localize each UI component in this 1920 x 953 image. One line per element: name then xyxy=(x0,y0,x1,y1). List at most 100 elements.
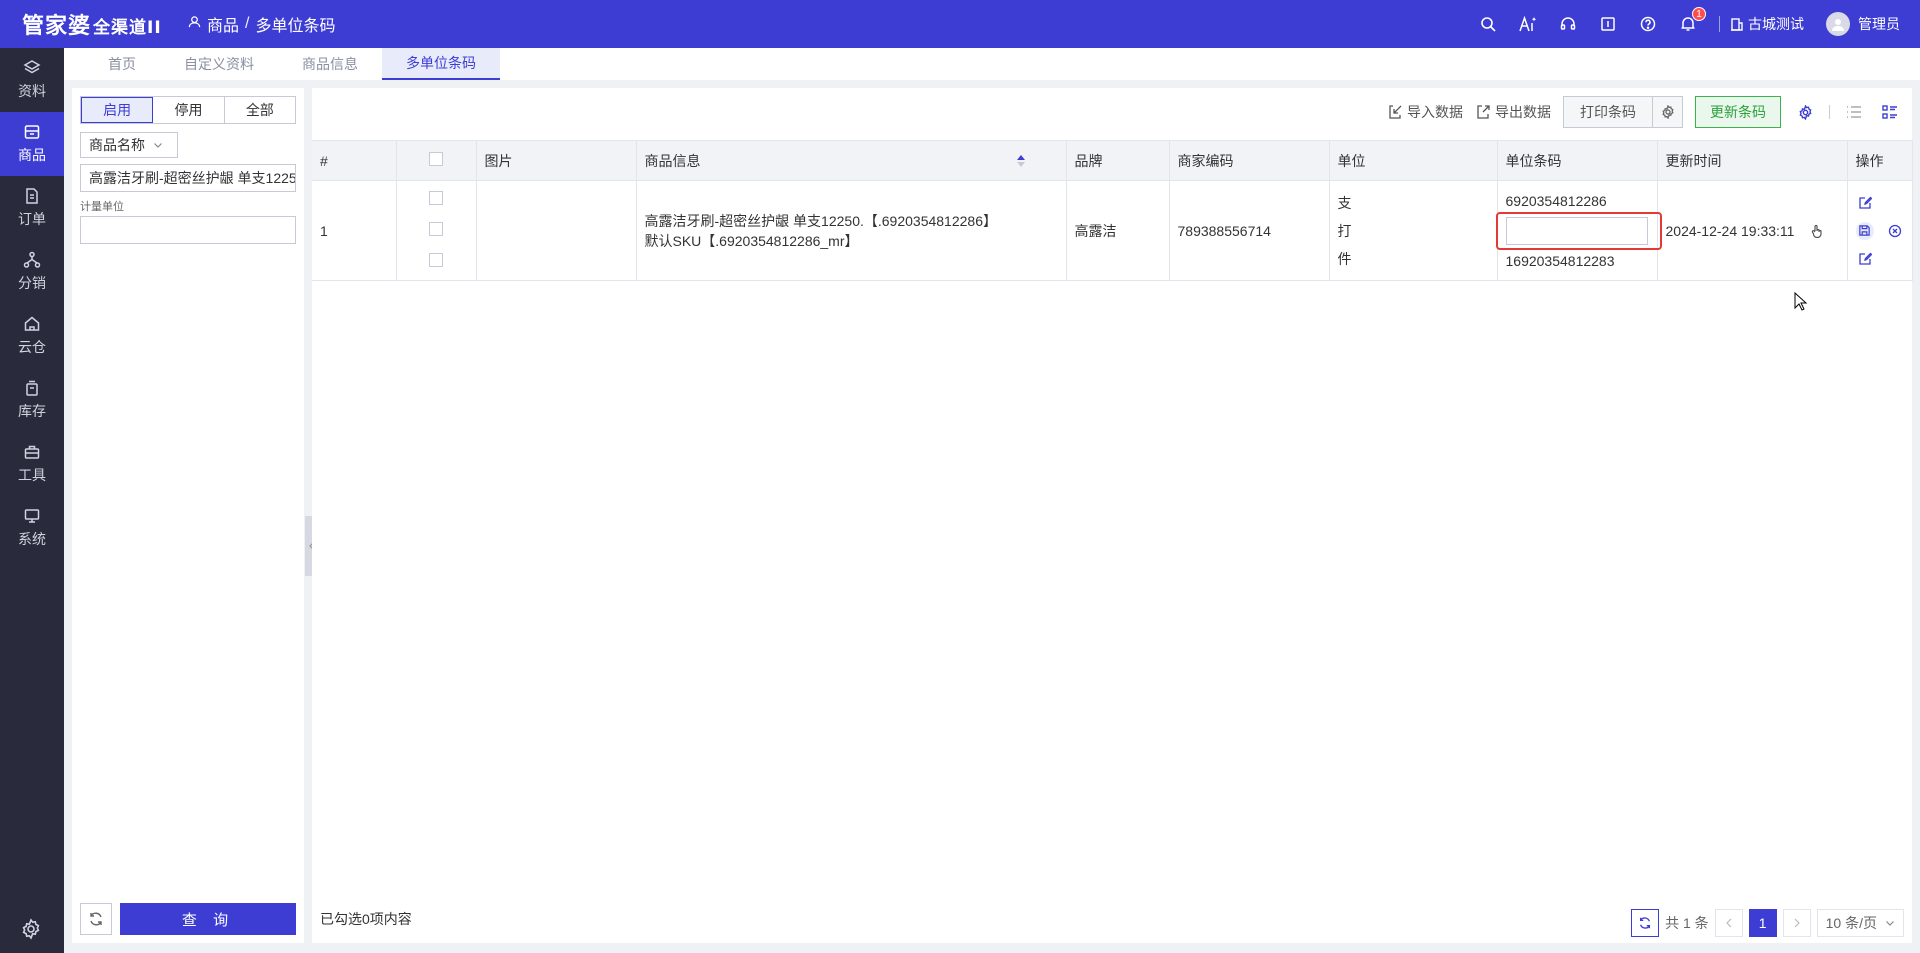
column-header-actions: 操作 xyxy=(1847,140,1913,181)
sidebar-item-system[interactable]: 系统 xyxy=(0,496,64,560)
filter-panel: 启用 停用 全部 商品名称 高露洁牙刷-超密丝护龈 单支12250. 计量单位 … xyxy=(72,88,304,943)
sidebar-item-distribution[interactable]: 分销 xyxy=(0,240,64,304)
status-all-button[interactable]: 全部 xyxy=(225,97,295,123)
refresh-icon xyxy=(90,912,102,926)
reset-button[interactable] xyxy=(80,903,112,935)
unit-row-checkbox[interactable] xyxy=(429,191,443,205)
export-icon xyxy=(1477,105,1490,119)
sidebar: 资料 商品 订单 分销 云仓 库存 工具 系统 xyxy=(0,48,64,953)
org-name: 古城测试 xyxy=(1748,16,1804,32)
column-header-select xyxy=(396,140,477,181)
column-header-product-info[interactable]: 商品信息 xyxy=(636,140,1067,181)
updated-time-cell: 2024-12-24 19:33:11 xyxy=(1657,180,1848,281)
sort-icon[interactable] xyxy=(1016,154,1026,168)
unit-row-checkbox[interactable] xyxy=(429,222,443,236)
search-input[interactable]: 高露洁牙刷-超密丝护龈 单支12250. xyxy=(80,164,296,192)
unit-barcode-cell: 6920354812286 16920354812283 xyxy=(1495,180,1662,281)
updated-time: 2024-12-24 19:33:11 xyxy=(1665,222,1795,239)
unit-barcode-value: 16920354812283 xyxy=(1505,252,1615,269)
actions-cell xyxy=(1847,180,1913,281)
bell-icon[interactable]: 1 xyxy=(1679,7,1706,33)
refresh-list-button[interactable] xyxy=(1631,909,1660,937)
page-number-current[interactable]: 1 xyxy=(1748,909,1777,937)
sidebar-item-cloud-warehouse[interactable]: 云仓 xyxy=(0,304,64,368)
main-panel: 导入数据 导出数据 打印条码 更新条码 # 图片 商品信息 品牌 商家编码 单位… xyxy=(312,88,1913,943)
unit-input[interactable] xyxy=(80,216,296,244)
select-all-checkbox[interactable] xyxy=(429,152,443,166)
column-settings-gear-icon[interactable] xyxy=(1793,100,1817,124)
edit-icon[interactable] xyxy=(1856,250,1874,268)
notification-badge: 1 xyxy=(1692,7,1706,21)
tab-home[interactable]: 首页 xyxy=(84,48,160,80)
prev-page-button[interactable] xyxy=(1714,909,1743,937)
headset-icon[interactable] xyxy=(1559,15,1577,33)
book-icon[interactable] xyxy=(1599,15,1617,33)
next-page-button[interactable] xyxy=(1782,909,1811,937)
monitor-icon xyxy=(24,509,40,523)
column-header-merchant-code: 商家编码 xyxy=(1169,140,1330,181)
barcode-edit-highlight xyxy=(1495,211,1662,250)
import-icon xyxy=(1389,105,1402,119)
column-header-index: # xyxy=(312,140,397,181)
page-size-select[interactable]: 10 条/页 xyxy=(1816,909,1904,937)
save-icon[interactable] xyxy=(1855,221,1874,240)
unit-row-checkbox[interactable] xyxy=(429,253,443,267)
hand-pointer-icon[interactable] xyxy=(1810,224,1824,238)
unit-name: 件 xyxy=(1337,250,1352,267)
status-disabled-button[interactable]: 停用 xyxy=(153,97,225,123)
help-icon[interactable] xyxy=(1639,15,1657,33)
export-data-button[interactable]: 导出数据 xyxy=(1475,102,1551,122)
status-segmented-control: 启用 停用 全部 xyxy=(80,96,296,124)
settings-gear-icon[interactable] xyxy=(20,918,42,943)
sidebar-item-orders[interactable]: 订单 xyxy=(0,176,64,240)
user-name: 管理员 xyxy=(1858,16,1900,32)
brand-cell: 高露洁 xyxy=(1066,180,1170,281)
user-outline-icon xyxy=(188,15,201,33)
edit-icon[interactable] xyxy=(1856,194,1874,212)
print-barcode-button[interactable]: 打印条码 xyxy=(1564,97,1652,127)
print-settings-gear-icon[interactable] xyxy=(1652,97,1682,127)
search-icon[interactable] xyxy=(1479,15,1497,33)
app-logo[interactable]: 管家婆 全渠道II xyxy=(0,8,170,40)
chevron-left-icon xyxy=(1725,918,1732,928)
user-menu[interactable]: 管理员 xyxy=(1826,12,1900,36)
chevron-down-icon xyxy=(1886,921,1894,926)
column-header-unit-barcode: 单位条码 xyxy=(1497,140,1658,181)
tab-goods-info[interactable]: 商品信息 xyxy=(278,48,382,80)
table-row: 1 高露洁牙刷-超密丝护龈 单支12250.【.6920354812286】 默… xyxy=(312,180,1913,281)
sidebar-item-inventory[interactable]: 库存 xyxy=(0,368,64,432)
pagination: 共 1 条 1 10 条/页 xyxy=(1631,909,1904,937)
update-barcode-button[interactable]: 更新条码 xyxy=(1695,96,1781,128)
barcode-table: # 图片 商品信息 品牌 商家编码 单位 单位条码 更新时间 操作 1 高露洁牙… xyxy=(312,140,1913,281)
home-icon xyxy=(24,316,40,331)
search-field-select[interactable]: 商品名称 xyxy=(80,132,178,158)
total-count: 共 1 条 xyxy=(1665,915,1709,931)
unit-barcode-value: 6920354812286 xyxy=(1505,192,1607,209)
sidebar-item-resources[interactable]: 资料 xyxy=(0,48,64,112)
import-data-button[interactable]: 导入数据 xyxy=(1387,102,1463,122)
page-tabs: 首页 自定义资料 商品信息 多单位条码 xyxy=(64,48,1920,80)
top-bar: 管家婆 全渠道II 商品 / 多单位条码 1 古城测试 管理员 xyxy=(0,0,1920,48)
query-button[interactable]: 查 询 xyxy=(120,903,296,935)
detail-view-icon[interactable] xyxy=(1878,100,1902,124)
unit-label: 计量单位 xyxy=(80,201,124,213)
ai-icon[interactable] xyxy=(1519,15,1537,33)
tab-multi-unit-barcode[interactable]: 多单位条码 xyxy=(382,48,500,80)
cancel-icon[interactable] xyxy=(1886,222,1904,240)
network-icon xyxy=(23,251,41,268)
print-barcode-group: 打印条码 xyxy=(1563,96,1683,128)
logo-text: 管家婆 xyxy=(22,14,92,39)
unit-barcode-input[interactable] xyxy=(1505,216,1648,245)
unit-name: 支 xyxy=(1337,194,1352,211)
column-header-image: 图片 xyxy=(476,140,637,181)
tab-custom-data[interactable]: 自定义资料 xyxy=(160,48,278,80)
breadcrumb-item[interactable]: 商品 xyxy=(207,12,239,36)
sidebar-item-goods[interactable]: 商品 xyxy=(0,112,64,176)
building-icon xyxy=(1731,18,1743,31)
list-view-icon[interactable] xyxy=(1842,100,1866,124)
org-switcher[interactable]: 古城测试 xyxy=(1730,14,1804,34)
sidebar-item-tools[interactable]: 工具 xyxy=(0,432,64,496)
status-enabled-button[interactable]: 启用 xyxy=(81,97,154,123)
box-icon xyxy=(24,125,40,139)
product-name: 高露洁牙刷-超密丝护龈 单支12250.【.6920354812286】 xyxy=(644,212,997,229)
